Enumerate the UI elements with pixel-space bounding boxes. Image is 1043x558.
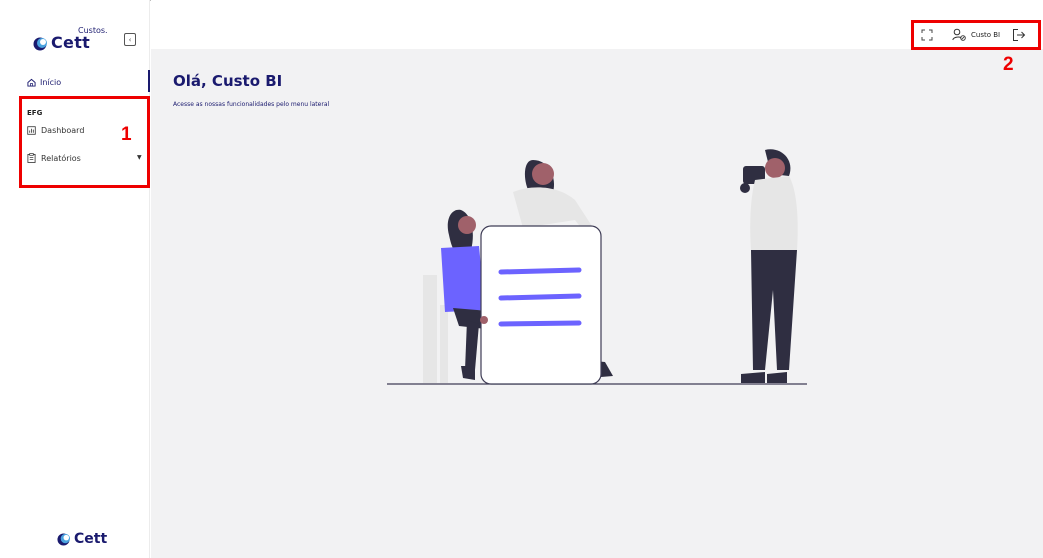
- footer-logo: Cett: [57, 531, 107, 547]
- home-icon: [27, 78, 36, 87]
- active-indicator: [148, 70, 150, 92]
- logo-big-text: Cett: [51, 33, 91, 52]
- brand-logo[interactable]: Custos. Cett: [30, 26, 108, 52]
- footer-logo-text: Cett: [74, 531, 108, 547]
- sidebar-collapse-button[interactable]: ‹: [124, 33, 136, 46]
- sidebar-item-inicio[interactable]: Início: [27, 78, 61, 87]
- logo-mark-icon: [57, 532, 70, 546]
- sidebar-item-label: Início: [40, 78, 62, 87]
- annotation-label-1: 1: [121, 124, 132, 145]
- page-title: Olá, Custo BI: [173, 72, 283, 90]
- panel-collapse-icon: ‹: [128, 35, 132, 44]
- annotation-label-2: 2: [1003, 54, 1014, 75]
- welcome-illustration: [387, 149, 807, 385]
- annotation-box-2: [911, 20, 1041, 50]
- top-bar: [151, 0, 1043, 49]
- page-subtitle: Acesse as nossas funcionalidades pelo me…: [173, 101, 330, 108]
- logo-mark-icon: [33, 37, 47, 51]
- sidebar: Custos. Cett ‹ Início EFG Dashboard Rela…: [0, 0, 150, 558]
